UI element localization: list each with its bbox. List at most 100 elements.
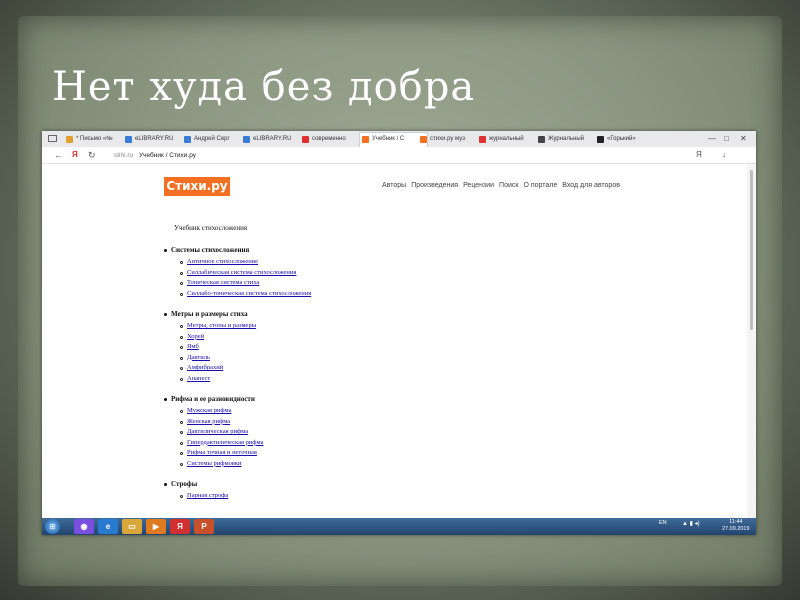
clock[interactable]: 11:44 27.09.2019 [722,519,750,533]
download-icon[interactable]: ↓ [722,149,726,161]
tab-label: * Письмо «№ [76,136,113,142]
tab-favicon-icon [362,136,369,143]
tab-label: стихи.ру муз [430,136,465,142]
address-field[interactable]: stihi.ru Учебник / Стихи.ру [114,150,714,161]
section-title: Системы стихосложения [164,246,564,255]
lesson-link[interactable]: Системы рифмовки [180,459,564,470]
tab-label: журнальный [489,136,524,142]
maximize-button[interactable]: □ [724,133,729,145]
site-nav-link[interactable]: Вход для авторов [562,182,620,189]
page-heading: Учебник стихосложения [174,224,248,232]
site-nav-link[interactable]: Рецензии [463,182,494,189]
browser-tab[interactable]: современно [300,133,367,146]
tab-label: Учебник / С [372,136,405,142]
contents-section: Метры и размеры стиха Метры, стопы и разм… [164,310,564,384]
lesson-link[interactable]: Гипердактилическая рифма [180,438,564,449]
lesson-link[interactable]: Ямб [180,342,564,353]
browser-tab[interactable]: Андрей Серг [182,133,249,146]
close-button[interactable]: ✕ [740,133,747,145]
screenshot: * Письмо «№ eLIBRARY.RU Андрей Серг eLIBRAR… [42,131,756,535]
scrollbar[interactable] [747,164,756,518]
contents-section: Рифма и ее разновидности Мужская рифма Жен… [164,395,564,469]
taskbar-media-icon[interactable]: ▶ [146,519,166,534]
browser-tab[interactable]: журнальный [477,133,544,146]
scrollbar-thumb[interactable] [750,170,753,330]
browser-tab[interactable]: «Горький» [595,133,662,146]
tab-favicon-icon [125,136,132,143]
site-logo[interactable]: Стихи.ру [164,177,230,196]
minimize-button[interactable]: — [708,133,716,145]
tray-icons[interactable]: ▲ ▮ ◂) [682,520,700,527]
browser-tab[interactable]: eLIBRARY.RU [241,133,308,146]
tab-favicon-icon [184,136,191,143]
site-nav-link[interactable]: Авторы [382,182,406,189]
section-links: Античное стихосложение Силлабическая сист… [164,257,564,299]
clock-time: 11:44 [729,519,743,525]
lesson-link[interactable]: Дактиль [180,353,564,364]
lesson-link[interactable]: Силлабо-тоническая система стихосложения [180,289,564,300]
tab-label: Андрей Серг [194,136,230,142]
lesson-link[interactable]: Женская рифма [180,417,564,428]
slide-title: Нет худа без добра [52,64,476,110]
section-links: Метры, стопы и размеры Хорей Ямб Дактиль Амф… [164,321,564,384]
back-icon[interactable]: ← [54,149,63,161]
tab-favicon-icon [538,136,545,143]
lesson-link[interactable]: Античное стихосложение [180,257,564,268]
taskbar-yandex-icon[interactable]: Я [170,519,190,534]
lesson-link[interactable]: Дактилическая рифма [180,427,564,438]
contents-section: Системы стихосложения Античное стихосложе… [164,246,564,299]
tab-label: «Горький» [607,136,636,142]
lesson-link[interactable]: Хорей [180,332,564,343]
tab-label: eLIBRARY.RU [135,136,174,142]
web-page: Стихи.ру Авторы Произведения Рецензии Поиск… [42,164,747,518]
contents-section: Строфы Парная строфа [164,480,564,502]
browser-tab[interactable]: стихи.ру муз [418,133,485,146]
site-nav-link[interactable]: О портале [523,182,557,189]
tab-label: eLIBRARY.RU [253,136,292,142]
clock-date: 27.09.2019 [722,526,750,532]
lesson-link[interactable]: Мужская рифма [180,406,564,417]
section-links: Парная строфа [164,491,564,502]
tab-favicon-icon [420,136,427,143]
tab-favicon-icon [597,136,604,143]
contents-list: Системы стихосложения Античное стихосложе… [164,246,564,513]
tab-favicon-icon [302,136,309,143]
lesson-link[interactable]: Анапест [180,374,564,385]
lesson-link[interactable]: Амфибрахий [180,363,564,374]
yandex-bookmark-icon[interactable]: Я [696,149,702,161]
start-button[interactable]: ⊞ [45,519,60,534]
site-nav-link[interactable]: Поиск [499,182,518,189]
lesson-link[interactable]: Метры, стопы и размеры [180,321,564,332]
lesson-link[interactable]: Тоническая система стиха [180,278,564,289]
tab-strip: * Письмо «№ eLIBRARY.RU Андрей Серг eLIBRAR… [42,131,756,148]
address-bar-row: ← Я ↻ stihi.ru Учебник / Стихи.ру Я ↓ [42,147,756,164]
tab-favicon-icon [243,136,250,143]
browser-tab[interactable]: * Письмо «№ [64,133,131,146]
browser-tab[interactable]: eLIBRARY.RU [123,133,190,146]
tab-label: современно [312,136,346,142]
lesson-link[interactable]: Рифма точная и неточная [180,448,564,459]
language-indicator[interactable]: EN [659,520,667,526]
lesson-link[interactable]: Парная строфа [180,491,564,502]
section-title: Рифма и ее разновидности [164,395,564,404]
taskbar: ⊞ ◉ e ▭ ▶ Я P EN ▲ ▮ ◂) 11:44 27.09.2019 [42,518,756,535]
tabs-menu-icon[interactable] [48,135,57,142]
taskbar-ie-icon[interactable]: e [98,519,118,534]
taskbar-folder-icon[interactable]: ▭ [122,519,142,534]
reload-icon[interactable]: ↻ [88,149,96,161]
address-title: Учебник / Стихи.ру [138,152,197,159]
section-title: Строфы [164,480,564,489]
address-host: stihi.ru [114,152,134,159]
site-nav: Авторы Произведения Рецензии Поиск О портале… [382,182,625,189]
tab-label: Журнальный [548,136,584,142]
taskbar-alice-icon[interactable]: ◉ [74,519,94,534]
tab-favicon-icon [479,136,486,143]
browser-tab[interactable]: Журнальный [536,133,603,146]
taskbar-powerpoint-icon[interactable]: P [194,519,214,534]
site-nav-link[interactable]: Произведения [411,182,458,189]
yandex-icon[interactable]: Я [72,149,78,161]
tab-favicon-icon [66,136,73,143]
section-title: Метры и размеры стиха [164,310,564,319]
section-links: Мужская рифма Женская рифма Дактилическая … [164,406,564,469]
lesson-link[interactable]: Силлабическая система стихосложения [180,268,564,279]
